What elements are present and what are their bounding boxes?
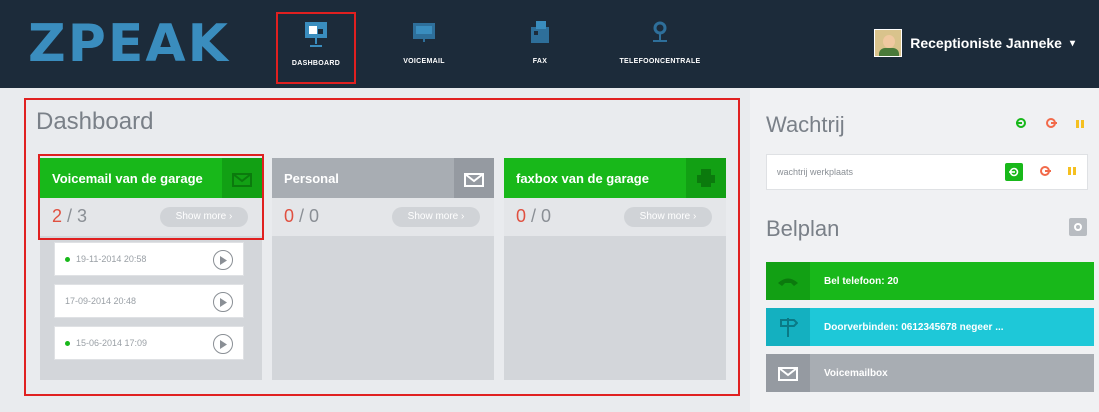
belplan-item[interactable]: Voicemailbox bbox=[766, 354, 1094, 392]
play-icon[interactable] bbox=[213, 292, 233, 312]
voicemail-date: 17-09-2014 20:48 bbox=[65, 296, 137, 306]
logout-icon[interactable] bbox=[1039, 165, 1051, 179]
voicemail-date: 19-11-2014 20:58 bbox=[76, 254, 147, 264]
card-footer: 0 / 0 Show more › bbox=[272, 198, 494, 236]
pause-icon[interactable] bbox=[1075, 116, 1085, 134]
nav-label: DASHBOARD bbox=[291, 60, 341, 67]
wachtrij-title: Wachtrij bbox=[766, 112, 845, 137]
voicemail-date: 15-06-2014 17:09 bbox=[76, 338, 148, 348]
signpost-icon bbox=[766, 308, 810, 346]
card-header[interactable]: faxbox van de garage bbox=[504, 158, 726, 198]
logout-icon[interactable] bbox=[1045, 116, 1057, 134]
unread-dot bbox=[65, 256, 70, 262]
queue-actions bbox=[1005, 163, 1077, 181]
belplan-item[interactable]: Doorverbinden: 0612345678 negeer ... bbox=[766, 308, 1094, 346]
play-icon[interactable] bbox=[213, 250, 233, 270]
unread-dot bbox=[65, 340, 70, 346]
phone-icon bbox=[766, 262, 810, 300]
queue-row: wachtrij werkplaats bbox=[766, 154, 1088, 190]
nav-label: VOICEMAIL bbox=[403, 58, 445, 65]
nav-label: TELEFOONCENTRALE bbox=[619, 58, 701, 65]
fax-icon bbox=[500, 12, 580, 52]
show-more-button[interactable]: Show more › bbox=[624, 207, 712, 227]
new-count: 0 bbox=[284, 206, 295, 226]
highlight-box bbox=[38, 154, 264, 240]
voicemail-entry[interactable]: 17-09-2014 20:48 bbox=[54, 284, 244, 318]
belplan-label: Bel telefoon: 20 bbox=[824, 275, 899, 287]
message-count: 0 / 0 bbox=[516, 206, 552, 226]
user-name: Receptioniste Janneke bbox=[910, 35, 1062, 51]
nav-fax[interactable]: FAX bbox=[500, 12, 580, 84]
gear-network-icon bbox=[612, 12, 708, 52]
printer-icon bbox=[686, 158, 726, 198]
message-count: 0 / 0 bbox=[284, 206, 320, 226]
new-count: 0 bbox=[516, 206, 527, 226]
pause-icon[interactable] bbox=[1067, 166, 1077, 178]
nav-dashboard[interactable]: DASHBOARD bbox=[276, 12, 356, 84]
show-more-button[interactable]: Show more › bbox=[392, 207, 480, 227]
belplan-item[interactable]: Bel telefoon: 20 bbox=[766, 262, 1094, 300]
chevron-down-icon: ▾ bbox=[1069, 37, 1075, 49]
presentation-icon bbox=[278, 14, 354, 54]
right-sidebar: Wachtrij wachtrij werkplaats Belplan Bel… bbox=[750, 88, 1099, 412]
belplan-label: Doorverbinden: 0612345678 negeer ... bbox=[824, 321, 1004, 333]
queue-name: wachtrij werkplaats bbox=[777, 167, 854, 177]
voicemail-entry[interactable]: 15-06-2014 17:09 bbox=[54, 326, 244, 360]
nav-voicemail[interactable]: VOICEMAIL bbox=[384, 12, 464, 84]
card-footer: 0 / 0 Show more › bbox=[504, 198, 726, 236]
card-personal: Personal 0 / 0 Show more › bbox=[272, 158, 494, 380]
wachtrij-actions bbox=[1015, 116, 1085, 134]
login-icon[interactable] bbox=[1015, 116, 1027, 134]
voicemail-inbox-icon bbox=[454, 158, 494, 198]
logo[interactable]: ZPEAK bbox=[28, 14, 230, 74]
user-menu[interactable]: Receptioniste Janneke ▾ bbox=[874, 28, 1075, 58]
card-faxbox-garage: faxbox van de garage 0 / 0 Show more › bbox=[504, 158, 726, 380]
voicemail-entry[interactable]: 19-11-2014 20:58 bbox=[54, 242, 244, 276]
play-icon[interactable] bbox=[213, 334, 233, 354]
top-navigation-bar: ZPEAK DASHBOARD VOICEMAIL FAX TELEFOONCE… bbox=[0, 0, 1099, 88]
login-icon[interactable] bbox=[1005, 163, 1023, 181]
avatar bbox=[874, 29, 903, 57]
nav-label: FAX bbox=[532, 58, 548, 65]
total-count: 0 bbox=[309, 206, 320, 226]
card-title: faxbox van de garage bbox=[516, 170, 649, 186]
mail-icon bbox=[766, 354, 810, 392]
nav-telefooncentrale[interactable]: TELEFOONCENTRALE bbox=[612, 12, 708, 84]
gear-icon[interactable] bbox=[1069, 218, 1087, 236]
card-header[interactable]: Personal bbox=[272, 158, 494, 198]
dashboard-panel: Dashboard Voicemail van de garage 2 / 3 … bbox=[24, 98, 740, 396]
card-title: Personal bbox=[284, 170, 339, 186]
voicemail-icon bbox=[384, 12, 464, 52]
belplan-title: Belplan bbox=[766, 216, 840, 241]
total-count: 0 bbox=[541, 206, 552, 226]
page-title: Dashboard bbox=[36, 108, 154, 135]
belplan-label: Voicemailbox bbox=[824, 367, 888, 379]
